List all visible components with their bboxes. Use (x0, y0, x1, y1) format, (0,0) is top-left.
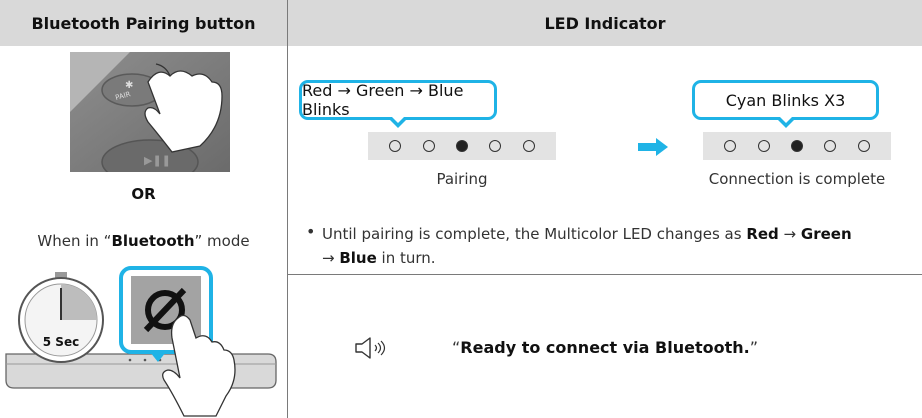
note-blue: Blue (339, 249, 377, 267)
column-header-pairing-button-label: Bluetooth Pairing button (31, 13, 256, 33)
pairing-caption: Pairing (436, 170, 488, 188)
column-header-led-indicator-label: LED Indicator (544, 13, 666, 33)
pairing-bubble: Red → Green → Blue Blinks (299, 80, 497, 128)
pair-button-photo: ✱ PAIR ▶❚❚ (70, 52, 230, 172)
led-dot-5 (857, 140, 870, 152)
or-label: OR (131, 185, 156, 203)
right-arrow-icon (638, 138, 668, 156)
bluetooth-glyph: ✱ (125, 80, 133, 91)
note-bullet: • (306, 222, 316, 241)
remote-hold-illustration: 5 Sec (5, 266, 277, 417)
note-green: Green (800, 225, 852, 243)
led-bar-pairing (368, 132, 556, 160)
led-dot-3 (455, 140, 468, 152)
pairing-table: Bluetooth Pairing button LED Indicator ✱… (0, 0, 922, 418)
column-header-pairing-button: Bluetooth Pairing button (0, 0, 287, 46)
led-dot-2 (757, 140, 770, 152)
voice-message: “Ready to connect via Bluetooth.” (452, 338, 758, 357)
led-dot-4 (824, 140, 837, 152)
note-red: Red (746, 225, 779, 243)
mode-instruction-mode: Bluetooth (111, 232, 195, 250)
mode-instruction: When in “Bluetooth” mode (0, 232, 287, 250)
column-divider (287, 0, 288, 418)
svg-text:▶❚❚: ▶❚❚ (144, 154, 171, 167)
led-dot-2 (422, 140, 435, 152)
stopwatch-icon: 5 Sec (18, 272, 104, 363)
led-dot-5 (522, 140, 535, 152)
led-dot-1 (389, 140, 402, 152)
complete-bubble: Cyan Blinks X3 (692, 80, 879, 128)
note-suffix: in turn. (376, 249, 436, 267)
pairing-bubble-text: Red → Green → Blue Blinks (302, 81, 464, 119)
led-dot-3 (790, 140, 803, 152)
note-prefix: Until pairing is complete, the Multicolo… (322, 225, 747, 243)
complete-bubble-text: Cyan Blinks X3 (725, 90, 846, 110)
led-dot-4 (489, 140, 502, 152)
note-arrow-2: → (322, 249, 340, 267)
mode-instruction-prefix: When in “ (37, 232, 112, 250)
led-bar-complete (703, 132, 891, 160)
voice-close-quote: ” (749, 338, 758, 357)
led-dot-1 (724, 140, 737, 152)
mode-instruction-suffix: ” mode (194, 232, 250, 250)
speaker-icon (355, 337, 386, 359)
voice-message-text: Ready to connect via Bluetooth. (460, 338, 750, 357)
timer-label: 5 Sec (43, 335, 79, 349)
note-arrow-1: → (778, 225, 801, 243)
column-header-led-indicator: LED Indicator (288, 0, 922, 46)
row-divider (288, 274, 922, 275)
complete-caption: Connection is complete (708, 170, 886, 188)
note-text: Until pairing is complete, the Multicolo… (322, 222, 912, 270)
